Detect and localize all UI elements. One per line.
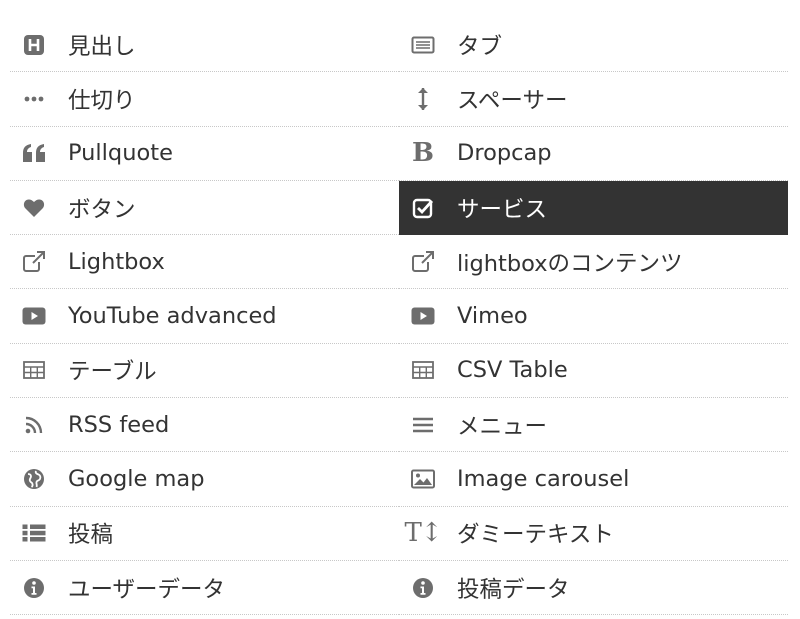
play-icon xyxy=(409,302,437,330)
block-item-lightbox[interactable]: Lightbox xyxy=(10,235,399,290)
checkbox-icon xyxy=(409,194,437,222)
block-label: 見出し xyxy=(68,33,136,60)
block-item-heading[interactable]: 見出し xyxy=(10,18,399,73)
external-link-icon xyxy=(20,248,48,276)
block-label: ボタン xyxy=(68,196,136,223)
block-item-lightbox-content[interactable]: lightboxのコンテンツ xyxy=(399,235,788,290)
block-item-youtube[interactable]: YouTube advanced xyxy=(10,289,399,344)
table-icon xyxy=(20,356,48,384)
globe-icon xyxy=(20,465,48,493)
block-label: ユーザーデータ xyxy=(68,576,226,603)
block-label: ダミーテキスト xyxy=(457,522,614,549)
block-label: CSV Table xyxy=(457,357,568,384)
block-item-button[interactable]: ボタン xyxy=(10,181,399,236)
block-item-menu[interactable]: メニュー xyxy=(399,398,788,453)
block-label: Dropcap xyxy=(457,140,552,167)
block-label: RSS feed xyxy=(68,411,170,438)
block-item-vimeo[interactable]: Vimeo xyxy=(399,289,788,344)
block-label: タブ xyxy=(457,33,503,60)
menu-icon xyxy=(409,411,437,439)
heart-icon xyxy=(20,194,48,222)
dropcap-icon: B xyxy=(412,138,434,169)
block-item-posts[interactable]: 投稿 xyxy=(10,507,399,561)
play-icon xyxy=(20,302,48,330)
info-icon xyxy=(409,574,437,602)
block-item-tabs[interactable]: タブ xyxy=(399,18,788,73)
spacer-icon xyxy=(409,85,437,113)
block-item-dropcap[interactable]: B Dropcap xyxy=(399,127,788,181)
block-item-google-map[interactable]: Google map xyxy=(10,452,399,507)
block-item-divider[interactable]: 仕切り xyxy=(10,72,399,127)
block-item-spacer[interactable]: スペーサー xyxy=(399,72,788,127)
block-label: YouTube advanced xyxy=(68,303,277,330)
table-icon xyxy=(409,356,437,384)
divider-icon xyxy=(20,85,48,113)
block-item-post-data[interactable]: 投稿データ xyxy=(399,561,788,616)
rss-icon xyxy=(20,411,48,439)
block-item-pullquote[interactable]: Pullquote xyxy=(10,127,399,181)
block-label: Vimeo xyxy=(457,303,528,330)
block-item-csv-table[interactable]: CSV Table xyxy=(399,344,788,399)
block-label: スペーサー xyxy=(457,87,568,114)
block-item-dummy-text[interactable]: T↕ ダミーテキスト xyxy=(399,507,788,561)
quote-icon xyxy=(20,139,48,167)
block-label: 投稿 xyxy=(68,522,114,549)
text-height-icon: T↕ xyxy=(404,518,442,549)
tabs-icon xyxy=(409,31,437,59)
block-label: lightboxのコンテンツ xyxy=(457,250,683,277)
heading-icon xyxy=(20,31,48,59)
block-label: Image carousel xyxy=(457,466,630,493)
block-item-table[interactable]: テーブル xyxy=(10,344,399,399)
info-icon xyxy=(20,574,48,602)
external-link-icon xyxy=(409,248,437,276)
block-label: Pullquote xyxy=(68,140,173,167)
block-label: 投稿データ xyxy=(457,576,570,603)
block-item-user-data[interactable]: ユーザーデータ xyxy=(10,561,399,616)
block-item-image-carousel[interactable]: Image carousel xyxy=(399,452,788,507)
list-icon xyxy=(20,519,48,547)
block-label: メニュー xyxy=(457,413,548,440)
block-label: 仕切り xyxy=(68,87,136,114)
block-item-rss-feed[interactable]: RSS feed xyxy=(10,398,399,453)
block-item-service[interactable]: サービス xyxy=(399,180,788,236)
block-list: 見出し タブ 仕切り スペーサー Pullquote B Dropcap ボタン… xyxy=(10,18,788,616)
image-icon xyxy=(409,465,437,493)
block-label: サービス xyxy=(457,196,548,223)
block-label: Lightbox xyxy=(68,248,165,275)
block-label: Google map xyxy=(68,466,205,493)
block-label: テーブル xyxy=(68,359,157,386)
